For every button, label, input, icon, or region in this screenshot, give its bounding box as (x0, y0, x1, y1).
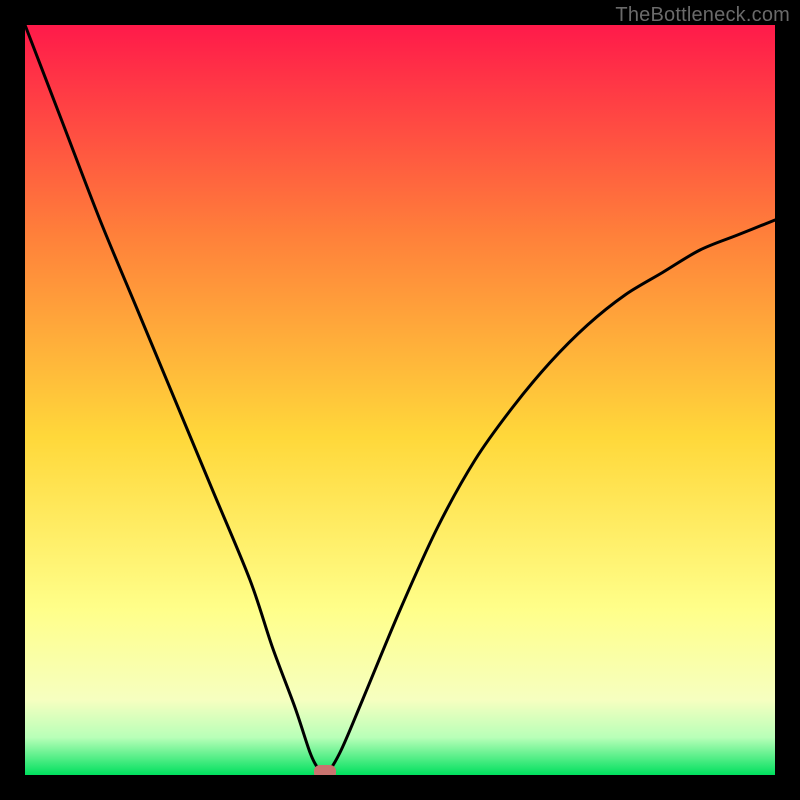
optimal-marker (314, 765, 336, 775)
bottleneck-chart (25, 25, 775, 775)
chart-frame (25, 25, 775, 775)
watermark-text: TheBottleneck.com (615, 4, 790, 27)
gradient-background (25, 25, 775, 775)
